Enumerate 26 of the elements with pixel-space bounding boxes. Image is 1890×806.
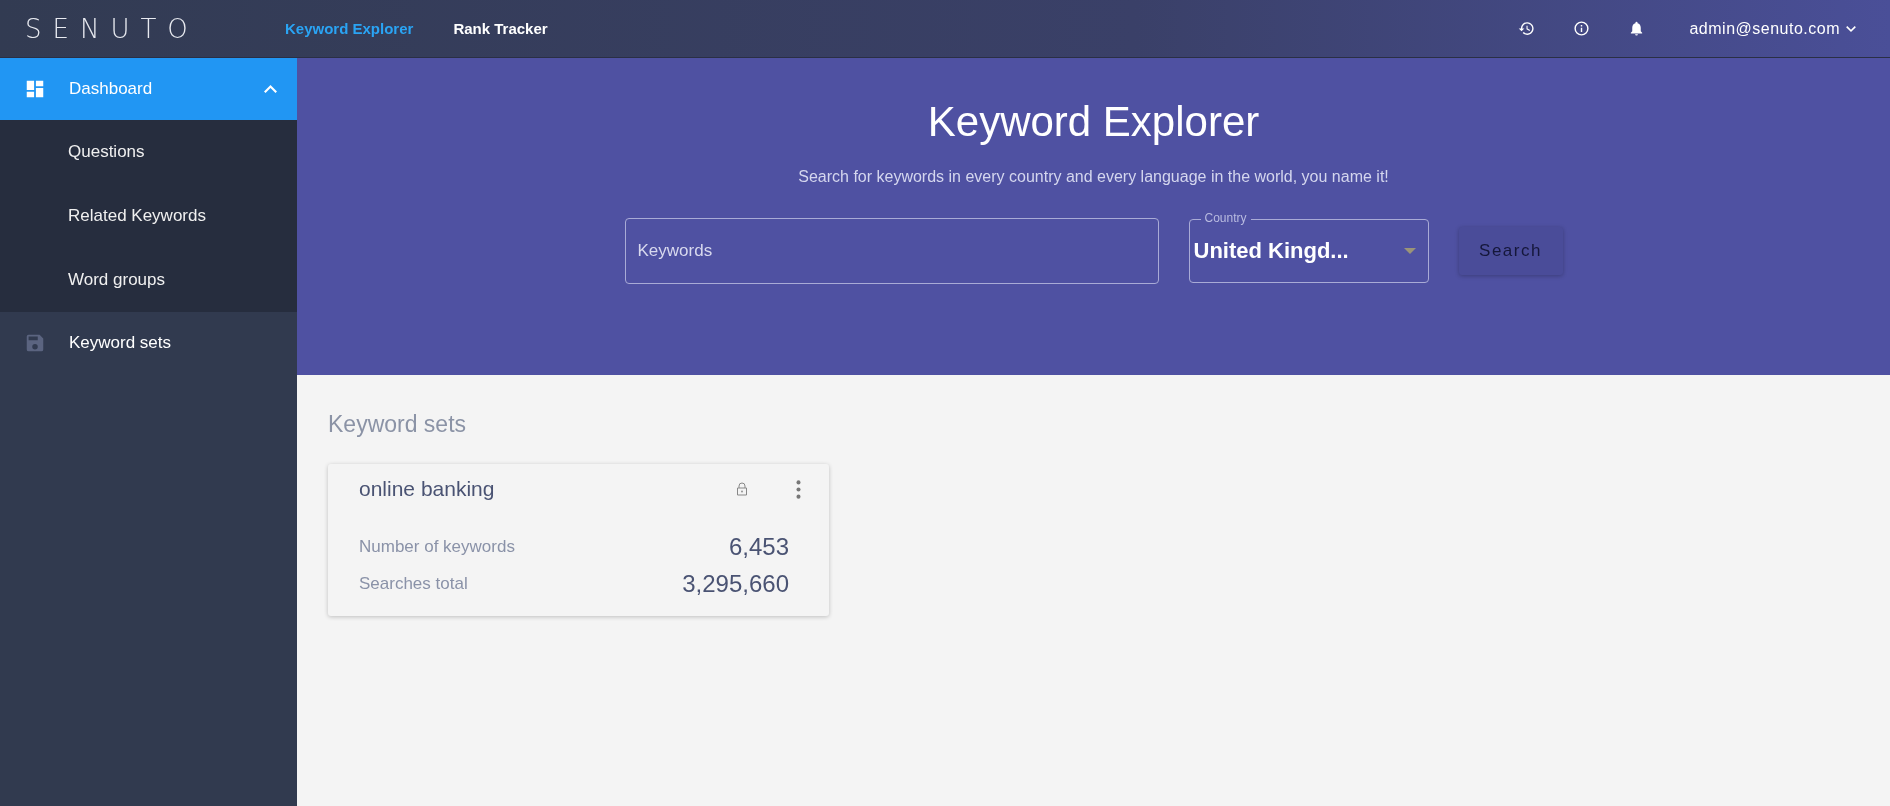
nav-tab[interactable]: Keyword Explorer xyxy=(285,20,414,37)
user-menu[interactable]: admin@senuto.com xyxy=(1689,19,1856,38)
field-label: Country xyxy=(1200,211,1251,225)
section-title: Keyword sets xyxy=(328,411,468,438)
chevron-icon xyxy=(264,85,277,93)
stat-value: 3,295,660 xyxy=(682,569,789,598)
logo[interactable]: SENUTO xyxy=(0,13,205,44)
dropdown-arrow-icon xyxy=(1403,248,1416,254)
dashboard-icon xyxy=(24,78,46,100)
stat-label: Searches total xyxy=(359,573,468,594)
keyword-set-card[interactable]: online banking Number of keywords 6,453 Searches total 3,295,660 xyxy=(328,464,829,616)
card-title: online banking xyxy=(359,477,496,501)
history-icon[interactable] xyxy=(1518,20,1536,37)
more-options-icon[interactable] xyxy=(796,479,801,499)
info-icon[interactable] xyxy=(1573,20,1591,37)
keywords-field[interactable]: Keywords xyxy=(624,218,1159,284)
sidebar-subitem[interactable]: Word groups xyxy=(0,248,297,312)
sidebar-subitem[interactable]: Related Keywords xyxy=(0,184,297,248)
sidebar-item[interactable]: Keyword sets xyxy=(0,312,297,374)
caret-icon xyxy=(1846,25,1856,32)
sidebar-subitem[interactable]: Questions xyxy=(0,120,297,184)
page-title: Keyword Explorer xyxy=(927,98,1260,146)
page-subtitle: Search for keywords in every country and every language in the world, you name it! xyxy=(798,168,1389,186)
nav-tab[interactable]: Rank Tracker xyxy=(453,20,548,37)
stat-label: Number of keywords xyxy=(359,536,515,557)
stat-value: 6,453 xyxy=(728,532,789,561)
